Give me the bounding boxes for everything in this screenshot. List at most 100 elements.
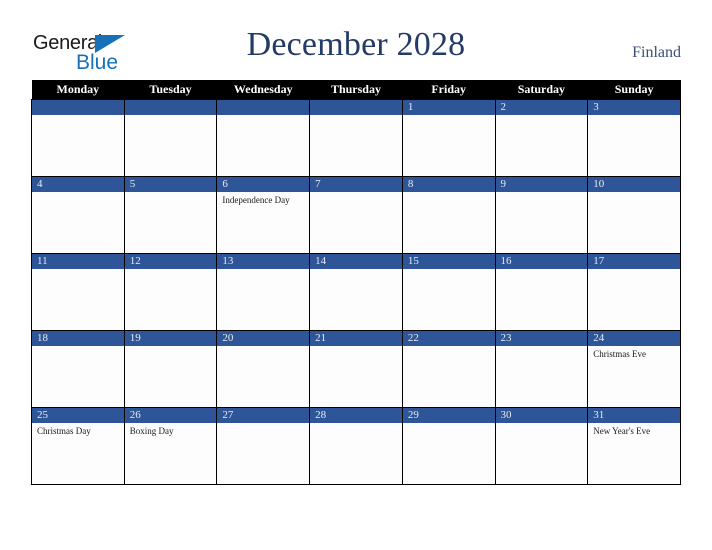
day-number: 29 <box>402 408 495 423</box>
calendar-day-cell[interactable]: 21 <box>309 330 403 408</box>
day-events <box>496 192 588 195</box>
day-number: 6 <box>217 177 310 192</box>
calendar-day-cell[interactable]: 7 <box>309 176 403 254</box>
day-cell-content <box>32 100 124 176</box>
calendar-day-cell[interactable]: 24 Christmas Eve <box>587 330 681 408</box>
calendar-day-cell[interactable]: 19 <box>123 330 218 408</box>
calendar-day-cell[interactable]: 12 <box>123 253 218 331</box>
calendar-day-cell[interactable]: 4 <box>31 176 125 254</box>
day-events <box>125 115 217 118</box>
day-cell-content: 8 <box>402 177 495 253</box>
calendar-day-cell[interactable]: 5 <box>123 176 218 254</box>
holiday-label: Independence Day <box>222 195 290 205</box>
weekday-header-sunday: Sunday <box>587 80 681 100</box>
calendar-day-cell[interactable]: 23 <box>494 330 589 408</box>
day-events <box>310 269 402 272</box>
day-number: 31 <box>588 408 680 423</box>
weekday-header-thursday: Thursday <box>309 80 403 100</box>
calendar-week-row: 123 <box>31 99 681 177</box>
day-cell-content: 16 <box>495 254 588 330</box>
day-events <box>310 423 402 426</box>
calendar-day-cell[interactable]: 8 <box>401 176 496 254</box>
page-title: December 2028 <box>246 26 466 63</box>
calendar-grid: Monday Tuesday Wednesday Thursday Friday… <box>31 80 681 485</box>
day-number: 20 <box>217 331 310 346</box>
day-events: Christmas Day <box>32 423 124 437</box>
calendar-day-cell[interactable]: 10 <box>587 176 681 254</box>
day-events <box>310 115 402 118</box>
day-events <box>496 346 588 349</box>
day-number: 12 <box>124 254 217 269</box>
calendar-day-cell[interactable]: 11 <box>31 253 125 331</box>
day-cell-content: 1 <box>402 100 495 176</box>
calendar-day-cell[interactable]: 16 <box>494 253 589 331</box>
calendar-day-cell[interactable]: 28 <box>309 407 403 485</box>
day-number: 25 <box>32 408 124 423</box>
calendar-empty-cell <box>309 99 403 177</box>
calendar-day-cell[interactable]: 22 <box>401 330 496 408</box>
day-events: Christmas Eve <box>588 346 680 360</box>
day-number: 23 <box>495 331 588 346</box>
day-events <box>310 192 402 195</box>
holiday-label: Christmas Day <box>37 426 91 436</box>
day-events <box>217 346 309 349</box>
calendar-page: General Blue December 2028 Finland Monda… <box>0 0 712 550</box>
calendar-day-cell[interactable]: 20 <box>216 330 311 408</box>
calendar-day-cell[interactable]: 2 <box>494 99 589 177</box>
calendar-week-row: 25 Christmas Day 26 Boxing Day 27 28 29 30 31 New… <box>31 407 681 485</box>
calendar-day-cell[interactable]: 13 <box>216 253 311 331</box>
calendar-day-cell[interactable]: 25 Christmas Day <box>31 407 125 485</box>
day-events: Boxing Day <box>125 423 217 437</box>
day-number <box>310 100 402 115</box>
calendar-empty-cell <box>31 99 125 177</box>
day-events <box>217 115 309 118</box>
day-number: 17 <box>588 254 680 269</box>
day-number: 4 <box>32 177 124 192</box>
day-cell-content: 31 New Year's Eve <box>588 408 680 484</box>
calendar-day-cell[interactable]: 3 <box>587 99 681 177</box>
calendar-day-cell[interactable]: 1 <box>401 99 496 177</box>
calendar-day-cell[interactable]: 17 <box>587 253 681 331</box>
day-cell-content: 12 <box>124 254 217 330</box>
day-events <box>588 115 680 118</box>
day-number: 13 <box>217 254 310 269</box>
day-cell-content: 21 <box>310 331 402 407</box>
day-cell-content: 4 <box>32 177 124 253</box>
day-events: Independence Day <box>217 192 309 206</box>
calendar-day-cell[interactable]: 9 <box>494 176 589 254</box>
day-cell-content: 23 <box>495 331 588 407</box>
calendar-day-cell[interactable]: 18 <box>31 330 125 408</box>
day-cell-content: 30 <box>495 408 588 484</box>
day-events <box>32 346 124 349</box>
day-number: 27 <box>217 408 310 423</box>
calendar-day-cell[interactable]: 29 <box>401 407 496 485</box>
day-cell-content: 2 <box>495 100 588 176</box>
calendar-day-cell[interactable]: 15 <box>401 253 496 331</box>
calendar-day-cell[interactable]: 27 <box>216 407 311 485</box>
calendar-day-cell[interactable]: 6 Independence Day <box>216 176 311 254</box>
day-cell-content: 3 <box>588 100 680 176</box>
calendar-day-cell[interactable]: 30 <box>494 407 589 485</box>
day-number: 16 <box>495 254 588 269</box>
day-events <box>125 346 217 349</box>
day-number: 21 <box>310 331 402 346</box>
day-cell-content: 28 <box>310 408 402 484</box>
day-events <box>496 269 588 272</box>
day-cell-content: 19 <box>124 331 217 407</box>
day-number: 19 <box>124 331 217 346</box>
day-number: 28 <box>310 408 402 423</box>
calendar-day-cell[interactable]: 31 New Year's Eve <box>587 407 681 485</box>
calendar-day-cell[interactable]: 14 <box>309 253 403 331</box>
day-number: 15 <box>402 254 495 269</box>
day-cell-content: 5 <box>124 177 217 253</box>
calendar-day-cell[interactable]: 26 Boxing Day <box>123 407 218 485</box>
day-events <box>588 192 680 195</box>
day-events <box>217 269 309 272</box>
calendar-week-row: 11 12 13 14 15 16 17 <box>31 253 681 331</box>
day-events <box>217 423 309 426</box>
calendar-week-row: 18 19 20 21 22 23 24 Christmas Eve <box>31 330 681 408</box>
day-events <box>32 115 124 118</box>
day-number: 22 <box>402 331 495 346</box>
day-events <box>496 423 588 426</box>
day-cell-content: 29 <box>402 408 495 484</box>
